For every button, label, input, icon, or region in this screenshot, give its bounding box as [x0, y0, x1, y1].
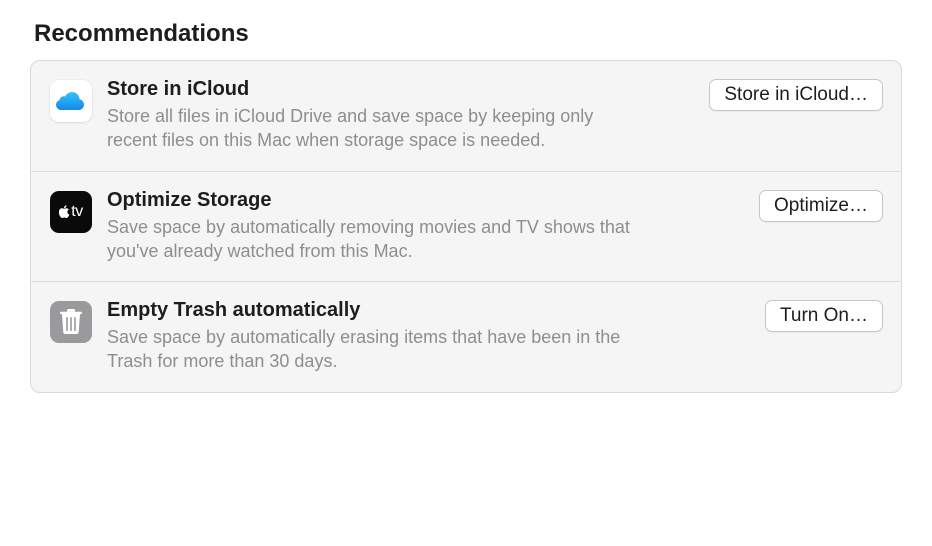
- optimize-button[interactable]: Optimize…: [759, 190, 883, 222]
- recommendations-panel: Store in iCloud Store all files in iClou…: [30, 60, 902, 393]
- row-action: Optimize…: [759, 188, 883, 222]
- row-text: Empty Trash automatically Save space by …: [107, 298, 751, 374]
- apple-tv-icon: tv: [49, 190, 93, 234]
- row-text: Store in iCloud Store all files in iClou…: [107, 77, 695, 153]
- row-empty-trash: Empty Trash automatically Save space by …: [31, 281, 901, 392]
- row-title: Store in iCloud: [107, 77, 695, 101]
- store-in-icloud-button[interactable]: Store in iCloud…: [709, 79, 883, 111]
- row-title: Optimize Storage: [107, 188, 745, 212]
- row-description: Store all files in iCloud Drive and save…: [107, 104, 637, 153]
- row-description: Save space by automatically removing mov…: [107, 215, 637, 264]
- row-store-in-icloud: Store in iCloud Store all files in iClou…: [31, 61, 901, 171]
- turn-on-button[interactable]: Turn On…: [765, 300, 883, 332]
- trash-icon: [49, 300, 93, 344]
- row-action: Store in iCloud…: [709, 77, 883, 111]
- row-description: Save space by automatically erasing item…: [107, 325, 637, 374]
- section-title: Recommendations: [34, 20, 902, 48]
- icloud-icon: [49, 79, 93, 123]
- row-title: Empty Trash automatically: [107, 298, 751, 322]
- row-text: Optimize Storage Save space by automatic…: [107, 188, 745, 264]
- row-optimize-storage: tv Optimize Storage Save space by automa…: [31, 171, 901, 282]
- row-action: Turn On…: [765, 298, 883, 332]
